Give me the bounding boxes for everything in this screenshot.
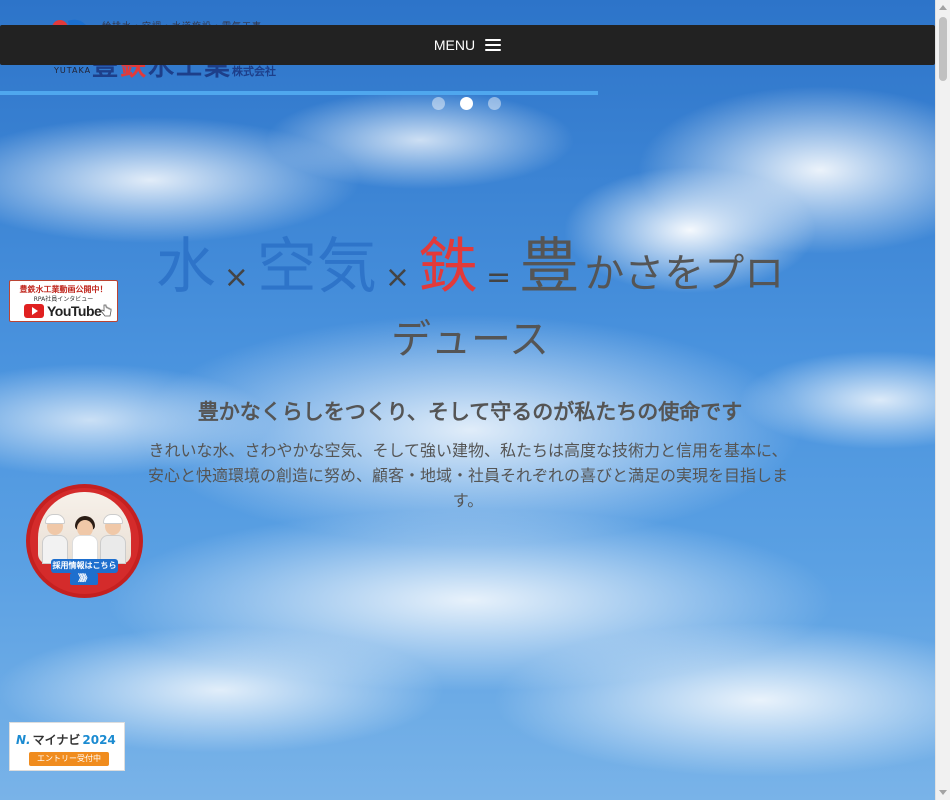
scroll-up-icon[interactable] [939,5,947,10]
headline-times-1: × [223,260,249,295]
mynavi-year: 2024 [82,732,116,747]
slider-dot[interactable] [460,97,473,110]
mynavi-entry-button: エントリー受付中 [29,752,109,766]
pointer-hand-icon [100,304,112,317]
youtube-banner[interactable]: 豊鉄水工業動画公開中！ RPA社員インタビュー YouTube [9,280,118,322]
mynavi-logo: N. マイナビ 2024 [16,731,116,748]
headline-air: 空気 [256,232,377,302]
headline-equals: = [486,260,512,295]
recruit-badge[interactable]: 採用情報はこちら 》》》 [24,482,145,600]
slider-dots [432,97,501,110]
scroll-down-icon[interactable] [939,790,947,795]
page-scrollbar[interactable] [935,0,950,800]
mynavi-banner[interactable]: N. マイナビ 2024 エントリー受付中 [9,722,125,771]
hamburger-icon[interactable] [485,39,502,51]
slider-dot[interactable] [432,97,445,110]
headline-times-2: × [384,260,411,295]
logo-roman: YUTAKA [54,66,92,75]
headline-water: 水 [155,232,216,302]
youtube-banner-subtitle: RPA社員インタビュー [33,296,94,303]
hero-subheading: 豊かなくらしをつくり、そして守るのが私たちの使命です [197,400,743,424]
recruit-badge-arrows-icon: 》》》 [70,573,98,585]
headline-rich: 豊 [519,232,580,302]
slider-progress-fill [0,91,599,95]
hero-description: きれいな水、さわやかな空気、そして強い建物、私たちは高度な技術力と信用を基本に、… [147,441,788,510]
mynavi-mark-icon: N. [16,732,31,747]
youtube-play-icon [24,304,44,318]
youtube-logo: YouTube [24,303,102,319]
staff-photo-left [42,514,68,564]
mynavi-name: マイナビ [32,733,81,747]
headline-iron: 鉄 [418,232,479,302]
slider-dot[interactable] [488,97,501,110]
scroll-thumb[interactable] [939,17,947,81]
slider-progress-track [0,91,935,95]
recruit-badge-label: 採用情報はこちら [51,559,118,573]
hero-headline: 水 × 空気 × 鉄 = 豊 かさをプロデュース [140,237,800,377]
menu-bar[interactable]: MENU [0,25,935,65]
menu-label: MENU [433,37,476,53]
staff-photo-center [72,514,98,564]
staff-photo-right [100,514,126,564]
youtube-wordmark: YouTube [47,303,102,319]
